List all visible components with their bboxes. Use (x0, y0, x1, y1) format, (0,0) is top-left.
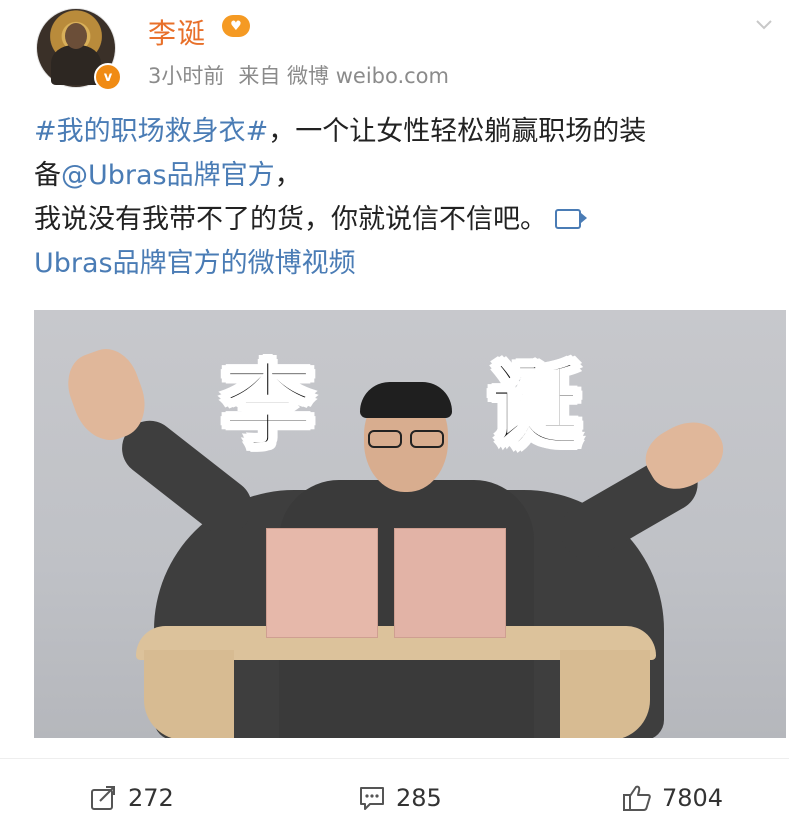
username[interactable]: 李诞 (148, 12, 206, 52)
video-camera-icon (555, 208, 587, 229)
post-time: 3小时前 (148, 64, 225, 88)
verified-badge-icon: v (94, 63, 122, 91)
post-content: #我的职场救身衣#，一个让女性轻松躺赢职场的装 备@Ubras品牌官方， 我说没… (34, 110, 774, 286)
video-overlay-right: 诞 (487, 352, 582, 462)
post-text-2-prefix: 备 (34, 160, 61, 191)
post-line-4: Ubras品牌官方的微博视频 (34, 242, 774, 286)
pink-box-left (266, 528, 378, 638)
member-rank-icon: ♥ (222, 15, 250, 37)
person-hair (360, 382, 452, 418)
comment-count: 285 (396, 784, 442, 812)
post-line-3: 我说没有我带不了的货，你就说信不信吧。 (34, 198, 774, 242)
mention-link[interactable]: @Ubras品牌官方 (61, 160, 275, 191)
comment-button[interactable]: 285 (358, 784, 442, 812)
person-glasses (368, 430, 444, 448)
table-leg-right (560, 650, 650, 738)
post-line-1: #我的职场救身衣#，一个让女性轻松躺赢职场的装 (34, 110, 774, 154)
repost-count: 272 (128, 784, 174, 812)
avatar-figure-head (65, 23, 87, 49)
like-count: 7804 (662, 784, 724, 812)
like-button[interactable]: 7804 (622, 784, 723, 812)
thumbs-up-icon (623, 785, 651, 811)
video-overlay-left: 李 (220, 352, 315, 462)
hashtag-link[interactable]: #我的职场救身衣# (34, 116, 268, 147)
video-link[interactable]: Ubras品牌官方的微博视频 (34, 248, 356, 279)
video-thumbnail[interactable]: 李 诞 (34, 310, 786, 738)
post-text-1: ，一个让女性轻松躺赢职场的装 (268, 116, 647, 147)
comment-icon (360, 787, 384, 810)
post-text-3: 我说没有我带不了的货，你就说信不信吧。 (34, 204, 547, 235)
post-source[interactable]: 来自 微博 weibo.com (238, 64, 449, 88)
post-line-2: 备@Ubras品牌官方， (34, 154, 774, 198)
table-leg-left (144, 650, 234, 738)
repost-icon (91, 786, 115, 810)
divider (0, 758, 789, 759)
chevron-down-icon[interactable] (755, 16, 773, 34)
post-text-2-suffix: ， (274, 160, 302, 191)
repost-button[interactable]: 272 (90, 784, 174, 812)
post-meta: 3小时前 来自 微博 weibo.com (148, 60, 463, 90)
pink-box-right (394, 528, 506, 638)
